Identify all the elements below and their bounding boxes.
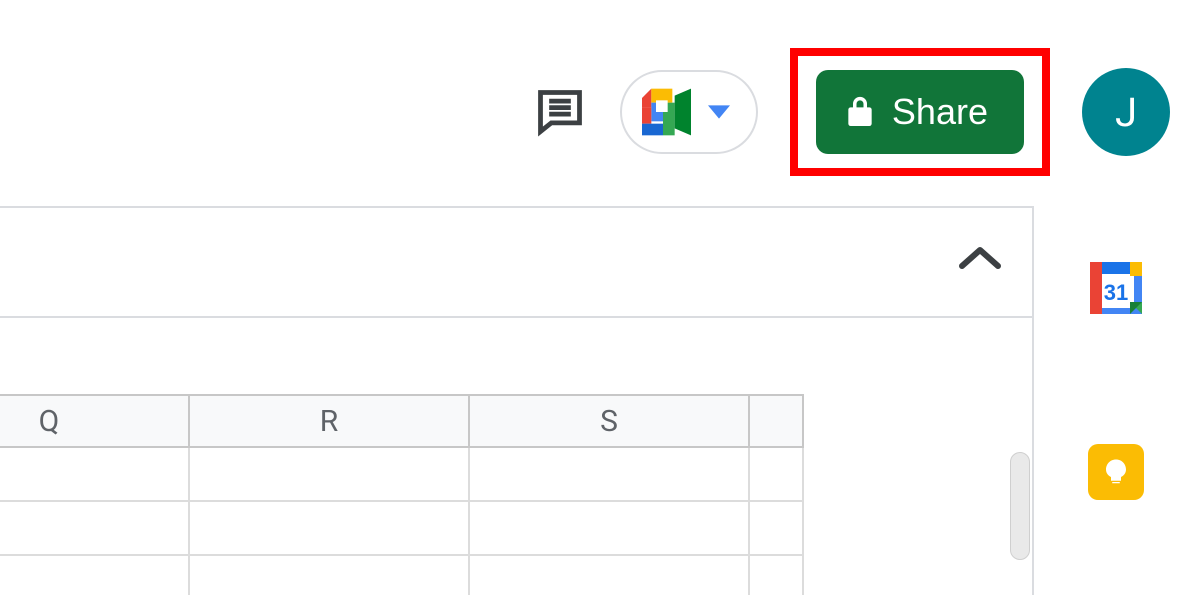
sidepanel-separator bbox=[1032, 206, 1034, 595]
cell[interactable] bbox=[0, 556, 190, 595]
collapse-formula-bar-button[interactable] bbox=[958, 244, 1002, 276]
sidepanel-keep-button[interactable] bbox=[1086, 442, 1146, 502]
table-row bbox=[0, 502, 804, 556]
share-button[interactable]: Share bbox=[816, 70, 1024, 154]
column-header-label: S bbox=[600, 404, 618, 439]
meet-icon bbox=[642, 84, 698, 140]
spreadsheet-grid bbox=[0, 448, 804, 595]
cell[interactable] bbox=[470, 448, 750, 502]
calendar-icon: 31 bbox=[1088, 260, 1144, 316]
table-row bbox=[0, 556, 804, 595]
chevron-up-icon bbox=[958, 244, 1002, 272]
account-avatar[interactable]: J bbox=[1082, 68, 1170, 156]
cell[interactable] bbox=[0, 448, 190, 502]
cell[interactable] bbox=[190, 556, 470, 595]
column-header[interactable] bbox=[750, 394, 804, 448]
vertical-scrollbar-thumb[interactable] bbox=[1010, 452, 1030, 560]
cell[interactable] bbox=[750, 556, 804, 595]
cell[interactable] bbox=[190, 448, 470, 502]
cell[interactable] bbox=[750, 502, 804, 556]
calendar-day-number: 31 bbox=[1104, 280, 1128, 305]
share-label: Share bbox=[892, 91, 988, 133]
cell[interactable] bbox=[0, 502, 190, 556]
caret-down-icon bbox=[708, 105, 730, 119]
toolbar: Share J bbox=[532, 48, 1170, 176]
comment-icon bbox=[534, 86, 586, 138]
column-header[interactable]: S bbox=[470, 394, 750, 448]
toolbar-separator bbox=[0, 206, 1032, 208]
column-header-row: Q R S bbox=[0, 394, 804, 448]
meet-button[interactable] bbox=[620, 70, 758, 154]
cell[interactable] bbox=[470, 556, 750, 595]
column-header-label: R bbox=[320, 404, 339, 439]
cell[interactable] bbox=[750, 448, 804, 502]
share-highlight-box: Share bbox=[790, 48, 1050, 176]
column-header-label: Q bbox=[39, 404, 60, 439]
column-header[interactable]: Q bbox=[0, 394, 190, 448]
keep-icon bbox=[1088, 444, 1144, 500]
table-row bbox=[0, 448, 804, 502]
cell[interactable] bbox=[470, 502, 750, 556]
formula-bar-separator bbox=[0, 316, 1032, 318]
sidepanel-calendar-button[interactable]: 31 bbox=[1086, 258, 1146, 318]
column-header[interactable]: R bbox=[190, 394, 470, 448]
avatar-initial: J bbox=[1115, 89, 1137, 136]
cell[interactable] bbox=[190, 502, 470, 556]
lock-icon bbox=[846, 95, 874, 129]
comments-button[interactable] bbox=[532, 84, 588, 140]
